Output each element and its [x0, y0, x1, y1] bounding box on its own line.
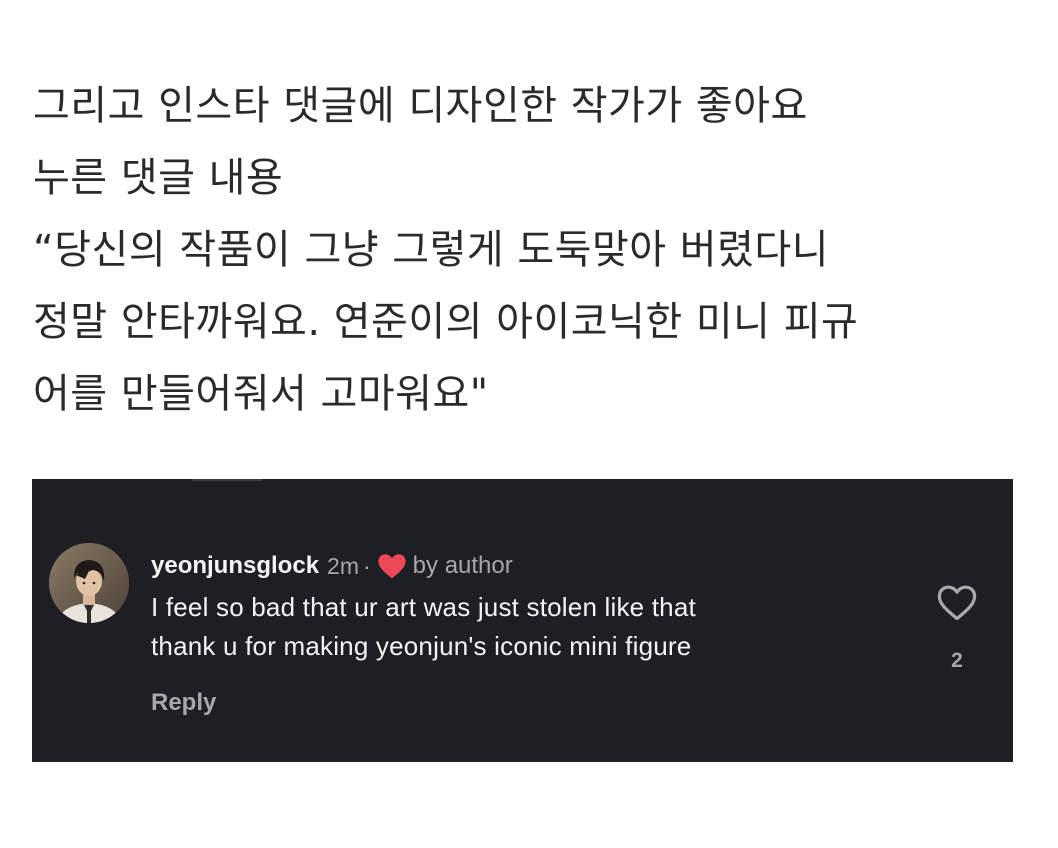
liked-by-author-label: by author — [412, 552, 513, 579]
meta-separator: · — [363, 552, 371, 579]
post-text: 그리고 인스타 댓글에 디자인한 작가가 좋아요 누른 댓글 내용 “당신의 작… — [33, 70, 1033, 430]
post-text-line: 그리고 인스타 댓글에 디자인한 작가가 좋아요 — [33, 83, 808, 129]
comment: yeonjunsglock 2m · by author I feel so b… — [151, 550, 911, 717]
heart-outline-icon[interactable] — [936, 584, 978, 622]
comment-meta: yeonjunsglock 2m · by author — [151, 550, 911, 582]
like-count: 2 — [951, 649, 963, 672]
comment-text: I feel so bad that ur art was just stole… — [151, 588, 911, 666]
comment-text-line: I feel so bad that ur art was just stole… — [151, 592, 696, 622]
comment-username[interactable]: yeonjunsglock — [151, 552, 319, 580]
profile-avatar-image — [49, 543, 129, 623]
comment-timestamp: 2m — [327, 552, 359, 579]
post-text-line: 누른 댓글 내용 — [33, 155, 284, 201]
post-text-line: 정말 안타까워요. 연준이의 아이코닉한 미니 피규 — [33, 299, 859, 345]
post-text-line: 어를 만들어줘서 고마워요" — [33, 371, 489, 417]
reply-button[interactable]: Reply — [151, 689, 216, 717]
avatar[interactable] — [49, 543, 129, 623]
cropped-edge — [192, 479, 262, 481]
comment-text-line: thank u for making yeonjun's iconic mini… — [151, 631, 692, 661]
post-text-line: “당신의 작품이 그냥 그렇게 도둑맞아 버렸다니 — [33, 227, 829, 273]
red-heart-icon — [377, 553, 407, 579]
instagram-comment-screenshot: yeonjunsglock 2m · by author I feel so b… — [32, 479, 1013, 762]
